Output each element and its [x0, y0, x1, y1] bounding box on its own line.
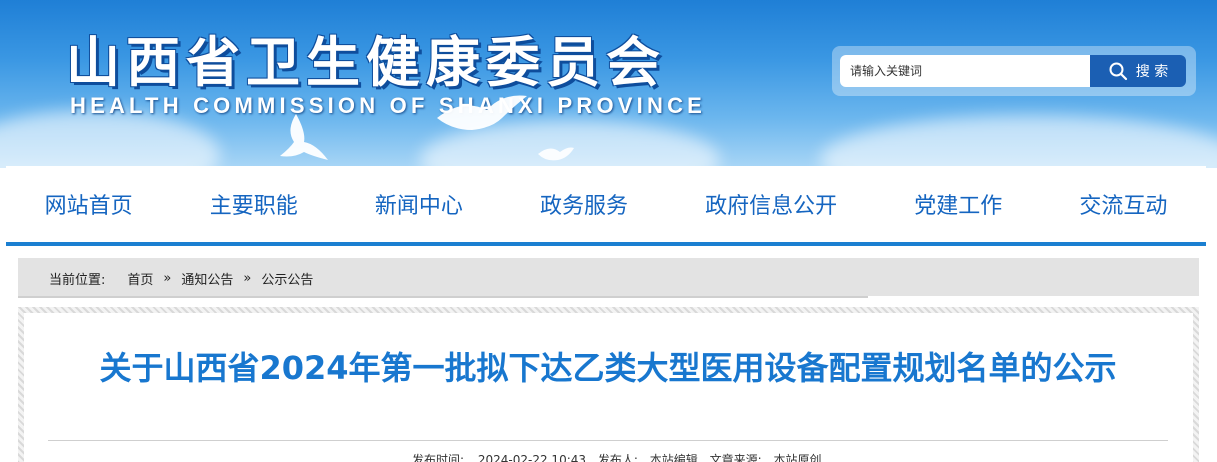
breadcrumb-separator: » [243, 271, 252, 286]
nav-item-news[interactable]: 新闻中心 [363, 188, 475, 220]
site-logo-subtitle: HEALTH COMMISSION OF SHANXI PROVINCE [70, 93, 707, 118]
search-input[interactable] [840, 55, 1090, 87]
breadcrumb-link-home[interactable]: 首页 [127, 269, 153, 288]
nav-item-party-building[interactable]: 党建工作 [902, 188, 1014, 220]
meta-date: 2024-02-22 10:43 [477, 453, 587, 462]
meta-author: 本站编辑 [649, 453, 698, 462]
nav-item-services[interactable]: 政务服务 [528, 188, 640, 220]
article-title: 关于山西省2024年第一批拟下达乙类大型医用设备配置规划名单的公示 [99, 349, 1117, 387]
meta-source: 本站原创 [773, 453, 822, 462]
breadcrumb-link-public-notices[interactable]: 公示公告 [261, 269, 313, 288]
search-button-label: 搜 索 [1135, 64, 1169, 80]
breadcrumb-separator: » [163, 271, 172, 286]
site-logo-title[interactable]: 山西省卫生健康委员会 [66, 18, 666, 97]
dove-icon [280, 114, 328, 160]
meta-date-label: 发布时间: [412, 453, 465, 462]
meta-author-label: 发布人: [597, 453, 638, 462]
article-divider [48, 440, 1168, 441]
article-meta: 发布时间: 2024-02-22 10:43 发布人: 本站编辑 文章来源: 本… [412, 451, 823, 462]
main-nav: 网站首页 主要职能 新闻中心 政务服务 政府信息公开 党建工作 交流互动 [6, 166, 1206, 246]
breadcrumb-shadow [18, 296, 868, 298]
breadcrumb: 当前位置: 首页 » 通知公告 » 公示公告 [49, 269, 313, 288]
cloud-decoration [820, 115, 1217, 168]
search-icon [1109, 62, 1127, 81]
meta-source-label: 文章来源: [709, 453, 762, 462]
nav-item-interaction[interactable]: 交流互动 [1067, 188, 1179, 220]
breadcrumb-label: 当前位置: [49, 273, 106, 288]
dove-icon [538, 147, 574, 161]
nav-item-functions[interactable]: 主要职能 [198, 188, 310, 220]
breadcrumb-link-notices[interactable]: 通知公告 [181, 269, 233, 288]
nav-item-home[interactable]: 网站首页 [33, 188, 145, 220]
search-button[interactable]: 搜 索 [1090, 55, 1186, 87]
nav-item-info-disclosure[interactable]: 政府信息公开 [693, 188, 849, 220]
dove-icon [437, 95, 527, 130]
